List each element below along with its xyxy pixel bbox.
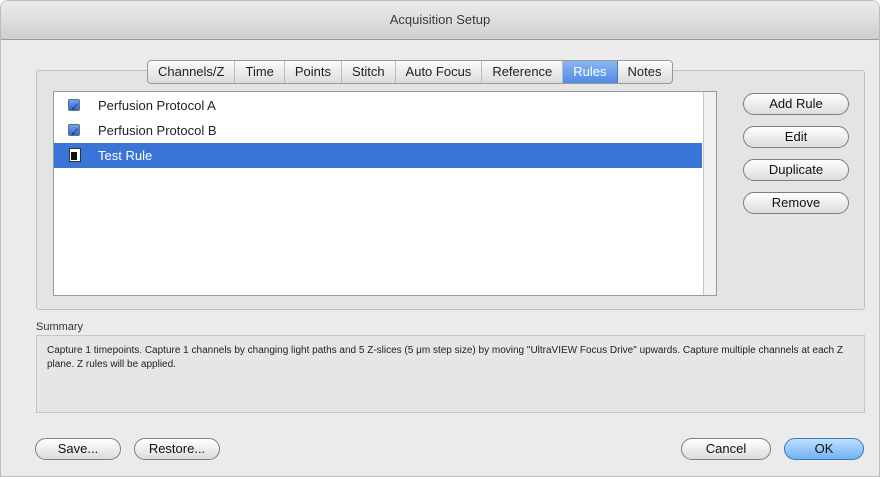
tab-reference[interactable]: Reference <box>482 61 564 83</box>
tab-points[interactable]: Points <box>285 61 343 83</box>
vertical-scrollbar[interactable] <box>703 92 716 295</box>
ok-button[interactable]: OK <box>784 438 864 460</box>
dialog-footer: Save... Restore... Cancel OK <box>1 421 879 476</box>
tab-channels-z[interactable]: Channels/Z <box>148 61 236 83</box>
window-title: Acquisition Setup <box>1 1 879 40</box>
tab-time[interactable]: Time <box>235 61 285 83</box>
rule-row-perfusion-b[interactable]: Perfusion Protocol B <box>54 118 702 145</box>
tab-stitch[interactable]: Stitch <box>342 61 396 83</box>
save-button[interactable]: Save... <box>35 438 121 460</box>
rule-label: Perfusion Protocol A <box>98 98 216 113</box>
restore-button[interactable]: Restore... <box>134 438 220 460</box>
tab-strip: Channels/Z Time Points Stitch Auto Focus… <box>147 60 673 84</box>
cancel-button[interactable]: Cancel <box>681 438 771 460</box>
rule-row-perfusion-a[interactable]: Perfusion Protocol A <box>54 93 702 120</box>
acquisition-setup-window: Acquisition Setup Channels/Z Time Points… <box>0 0 880 477</box>
rule-label: Test Rule <box>98 148 153 163</box>
tab-auto-focus[interactable]: Auto Focus <box>396 61 483 83</box>
summary-text: Capture 1 timepoints. Capture 1 channels… <box>36 335 865 413</box>
remove-rule-button[interactable]: Remove <box>743 192 849 214</box>
tab-rules[interactable]: Rules <box>563 61 618 83</box>
document-icon <box>69 148 81 162</box>
duplicate-rule-button[interactable]: Duplicate <box>743 159 849 181</box>
rule-row-test-rule[interactable]: Test Rule <box>54 143 702 168</box>
rules-list[interactable]: Perfusion Protocol A Perfusion Protocol … <box>53 91 717 296</box>
edit-rule-button[interactable]: Edit <box>743 126 849 148</box>
tab-notes[interactable]: Notes <box>618 61 672 83</box>
rule-checkbox-perfusion-b[interactable] <box>68 120 80 145</box>
rule-label: Perfusion Protocol B <box>98 123 217 138</box>
add-rule-button[interactable]: Add Rule <box>743 93 849 115</box>
summary-label: Summary <box>36 321 84 333</box>
rule-checkbox-perfusion-a[interactable] <box>68 95 80 120</box>
